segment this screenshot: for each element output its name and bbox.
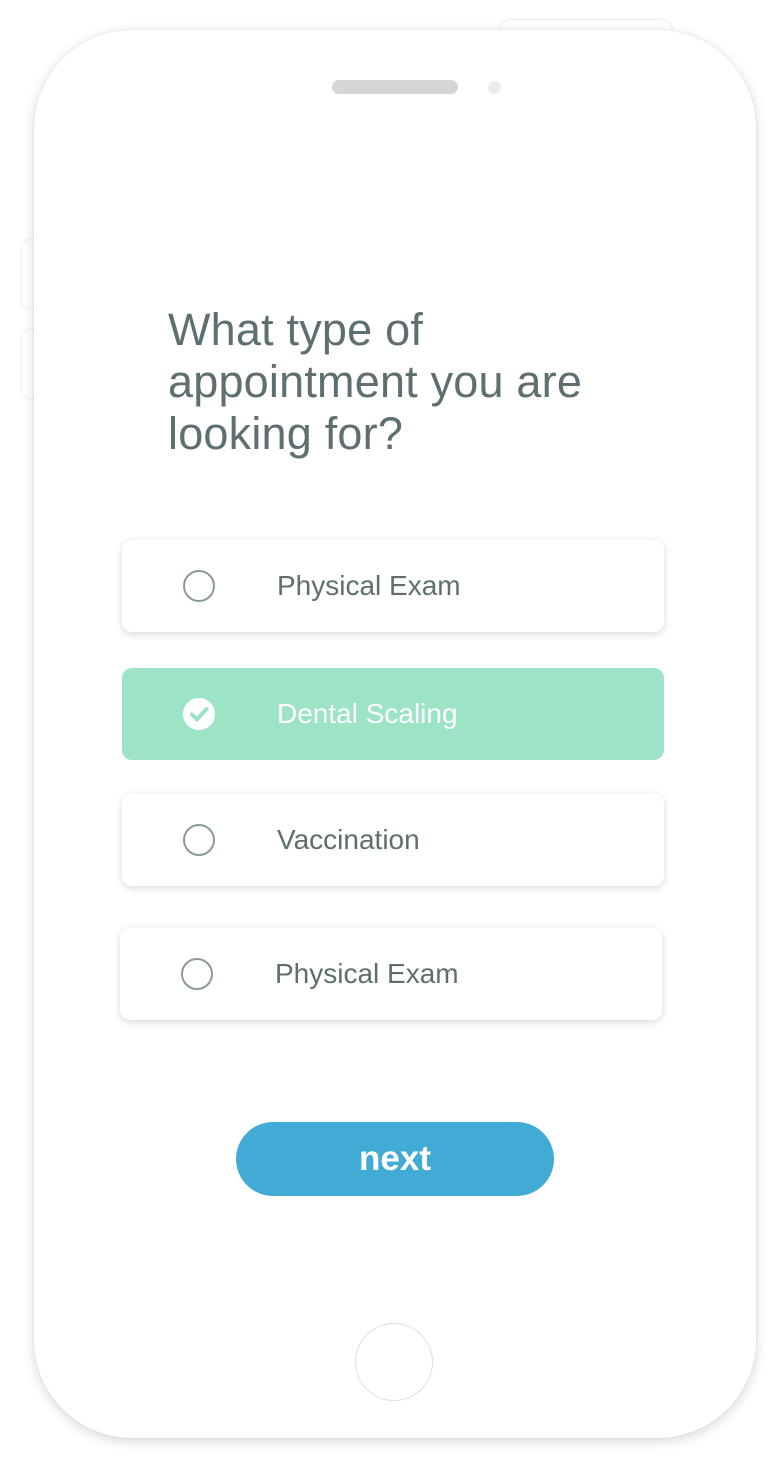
option-dental-scaling[interactable]: Dental Scaling bbox=[122, 668, 664, 760]
home-button bbox=[355, 1323, 433, 1401]
question-line-2: appointment you are bbox=[168, 356, 583, 407]
option-physical-exam-2[interactable]: Physical Exam bbox=[120, 928, 662, 1020]
option-label: Physical Exam bbox=[275, 958, 459, 989]
option-label: Physical Exam bbox=[277, 570, 461, 601]
next-button[interactable]: next bbox=[236, 1122, 554, 1196]
front-camera bbox=[488, 81, 501, 94]
option-physical-exam[interactable]: Physical Exam bbox=[122, 540, 664, 632]
radio-unchecked-icon[interactable] bbox=[183, 824, 215, 856]
radio-unchecked-icon[interactable] bbox=[183, 570, 215, 602]
question-line-3: looking for? bbox=[168, 408, 404, 459]
option-label: Dental Scaling bbox=[277, 698, 458, 729]
question-title: What type of appointment you are looking… bbox=[168, 304, 638, 460]
option-label: Vaccination bbox=[277, 824, 420, 855]
question-line-1: What type of bbox=[168, 304, 424, 355]
radio-unchecked-icon[interactable] bbox=[181, 958, 213, 990]
app-screen: What type of appointment you are looking… bbox=[0, 0, 782, 1466]
check-circle-icon[interactable] bbox=[183, 698, 215, 730]
option-vaccination[interactable]: Vaccination bbox=[122, 794, 664, 886]
speaker-grille bbox=[332, 80, 458, 94]
